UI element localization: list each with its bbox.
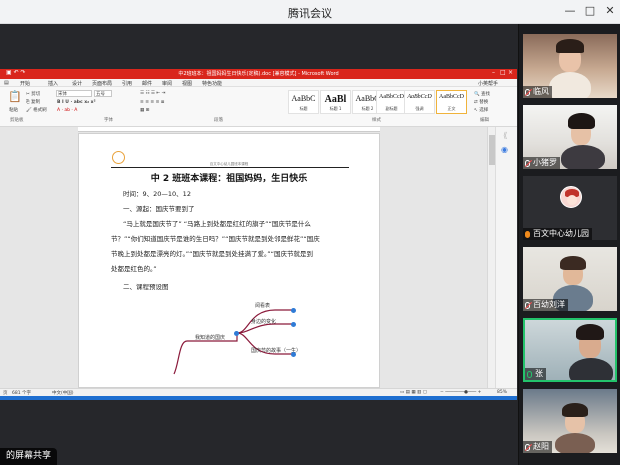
copy-icon[interactable]: ⎘ 复制 (26, 99, 40, 105)
word-minimize-icon[interactable]: – (492, 69, 495, 76)
collapse-icon[interactable]: ⟪ (503, 131, 507, 140)
font-name-select[interactable]: 宋体 (56, 90, 92, 97)
mindmap-node-icon (234, 331, 239, 336)
style-subtitle[interactable]: AaBbCcD 副标题 (376, 90, 407, 114)
select-icon[interactable]: ↖ 选择 (474, 107, 488, 113)
menu-item[interactable]: 设计 (72, 80, 82, 87)
bold-button[interactable]: B I U · abc x₂ x² (57, 100, 96, 105)
participant-tile[interactable]: 百幼刘洋 (523, 247, 617, 311)
styles-group-label: 样式 (372, 118, 381, 123)
participant-tile[interactable]: 赵阳 (523, 389, 617, 453)
style-heading-1[interactable]: AaBl 标题 1 (320, 90, 351, 114)
tencent-meeting-window: 腾讯会议 — □ ✕ ▣ ↶ ↷ 中2班班本：祖国妈妈生日快乐(定稿).doc … (0, 0, 620, 465)
minimize-icon[interactable]: — (562, 3, 578, 19)
participant-label: 张 (525, 368, 546, 380)
participant-tile[interactable]: 临风 (523, 34, 617, 98)
word-title-bar: ▣ ↶ ↷ 中2班班本：祖国妈妈生日快乐(定稿).doc [兼容模式] - Mi… (0, 69, 517, 79)
menu-item[interactable]: 引用 (122, 80, 132, 87)
cut-icon[interactable]: ✂ 剪切 (26, 91, 40, 97)
mic-muted-icon (525, 159, 530, 167)
menu-item[interactable]: 页面布局 (92, 80, 112, 87)
menu-item[interactable]: 开始 (20, 80, 30, 87)
mindmap-node-icon (291, 352, 296, 357)
paste-button-label[interactable]: 粘贴 (9, 107, 18, 113)
title-bar: 腾讯会议 — □ ✕ (0, 0, 620, 24)
mindmap-node-icon (291, 308, 296, 313)
bullets-icon[interactable]: ☰ ☷ ☰ ⇤ ⇥ (140, 91, 165, 96)
word-menu-bar: ▤ 开始 插入 设计 页面布局 引用 邮件 审阅 视图 特色功能 小英帮手 (0, 79, 517, 87)
word-maximize-icon[interactable]: □ (500, 69, 506, 76)
app-title: 腾讯会议 (288, 7, 332, 20)
shading-icon[interactable]: ▦ ⊞ (140, 108, 149, 113)
menu-item[interactable]: 视图 (182, 80, 192, 87)
participant-gallery: 临风 小猪罗 百文中心幼儿园 百幼刘洋 张 赵阳 (518, 24, 620, 465)
participant-name: 百文中心幼儿园 (533, 229, 589, 238)
word-ribbon: 📋 粘贴 ✂ 剪切 ⎘ 复制 🖌 格式刷 宋体 五号 B I U · abc x… (0, 87, 517, 127)
mic-active-icon (527, 370, 532, 378)
participant-label: 小猪罗 (523, 157, 560, 169)
assistant-icon[interactable]: ◉ (501, 145, 508, 154)
zoom-slider[interactable]: − ───────●─── + (440, 390, 481, 395)
menu-file-icon[interactable]: ▤ (4, 80, 9, 86)
screen-share-badge: 的屏幕共享 (0, 448, 58, 465)
mindmap-root: 我知道的国庆 (195, 335, 226, 341)
format-painter-icon[interactable]: 🖌 格式刷 (26, 107, 47, 113)
speaker-badge-icon (525, 230, 530, 238)
participant-name: 赵阳 (533, 442, 549, 451)
participant-label: 百幼刘洋 (523, 299, 568, 311)
paragraph-group-label: 段落 (214, 118, 223, 123)
avatar (560, 186, 582, 208)
menu-item[interactable]: 特色功能 (202, 80, 222, 87)
edit-group-label: 编辑 (480, 118, 489, 123)
participant-name: 张 (535, 369, 543, 378)
paste-icon[interactable]: 📋 (8, 90, 22, 103)
replace-icon[interactable]: ⇄ 替换 (474, 99, 488, 105)
mic-muted-icon (525, 443, 530, 451)
clipboard-group-label: 剪贴板 (10, 118, 24, 123)
mindmap-branch: 阅看表 (255, 303, 271, 309)
word-document-area: 百文中心幼儿园班本课程 中 2 班班本课程：祖国妈妈，生日快乐 时间：9、20—… (0, 127, 517, 388)
windows-taskbar (0, 396, 517, 400)
participant-label: 赵阳 (523, 441, 552, 453)
find-icon[interactable]: 🔍 查找 (474, 91, 490, 97)
participant-tile[interactable]: 小猪罗 (523, 105, 617, 169)
participant-tile-active[interactable]: 张 (523, 318, 617, 382)
help-link[interactable]: 小英帮手 (478, 80, 498, 87)
side-pane: ⟪ ◉ (495, 127, 517, 388)
mic-muted-icon (525, 88, 530, 96)
mindmap-node-icon (291, 322, 296, 327)
word-window: ▣ ↶ ↷ 中2班班本：祖国妈妈生日快乐(定稿).doc [兼容模式] - Mi… (0, 69, 517, 396)
participant-label: 百文中心幼儿园 (523, 228, 592, 240)
participant-name: 小猪罗 (533, 158, 557, 167)
mic-muted-icon (525, 301, 530, 309)
horizontal-ruler[interactable] (78, 127, 380, 132)
style-emphasis[interactable]: AaBbCcD 强调 (404, 90, 435, 114)
style-title[interactable]: AaBbC 标题 (288, 90, 319, 114)
participant-tile[interactable]: 百文中心幼儿园 (523, 176, 617, 240)
participant-name: 临风 (533, 87, 549, 96)
font-group-label: 字体 (104, 118, 113, 123)
close-icon[interactable]: ✕ (602, 3, 618, 19)
vertical-scrollbar[interactable] (487, 127, 495, 388)
word-status-bar: 页 681 个字 中文(中国) ▭ ▤ ▦ ▥ ▢ − ───────●─── … (0, 388, 517, 396)
maximize-icon[interactable]: □ (582, 3, 598, 19)
align-icon[interactable]: ≡ ≡ ≡ ≡ ≣ (140, 100, 165, 105)
style-normal[interactable]: AaBbCcD 正文 (436, 90, 467, 114)
word-document-title: 中2班班本：祖国妈妈生日快乐(定稿).doc [兼容模式] - Microsof… (178, 71, 339, 77)
view-mode-icon[interactable]: ▭ ▤ ▦ ▥ ▢ (400, 390, 427, 395)
font-size-select[interactable]: 五号 (94, 90, 112, 97)
status-zoom: 85% (497, 390, 508, 395)
document-page[interactable]: 百文中心幼儿园班本课程 中 2 班班本课程：祖国妈妈，生日快乐 时间：9、20—… (78, 133, 380, 388)
menu-item[interactable]: 邮件 (142, 80, 152, 87)
mindmap-branch: 身边的变化 (251, 319, 277, 325)
participant-label: 临风 (523, 86, 552, 98)
font-color-button[interactable]: A · ab · A (57, 108, 77, 113)
mindmap-diagram (173, 309, 293, 375)
menu-item[interactable]: 审阅 (162, 80, 172, 87)
participant-name: 百幼刘洋 (533, 300, 565, 309)
menu-item[interactable]: 插入 (48, 80, 58, 87)
word-close-icon[interactable]: × (508, 69, 513, 76)
